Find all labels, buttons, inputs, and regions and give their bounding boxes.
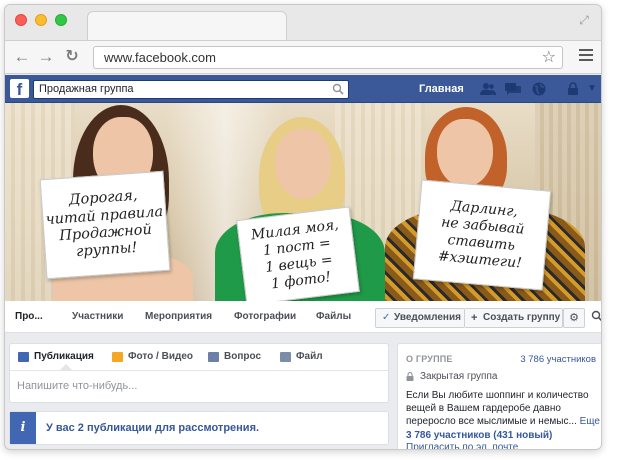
- composer-input[interactable]: Напишите что-нибудь...: [17, 380, 137, 392]
- home-link[interactable]: Главная: [419, 75, 464, 103]
- members-link[interactable]: 3 786 участников (431 новый): [406, 430, 552, 441]
- tab-question-label: Вопрос: [224, 351, 262, 362]
- create-group-button[interactable]: + Создать группу: [465, 308, 563, 328]
- browser-titlebar: ⤢: [5, 5, 601, 41]
- question-icon: [208, 352, 219, 362]
- sign-left: Дорогая, читай правила Продажной группы!: [39, 170, 171, 280]
- group-description-text: Если Вы любите шоппинг и количество веще…: [406, 390, 589, 427]
- plus-icon: +: [471, 312, 478, 324]
- separator-dot: ·: [532, 430, 536, 441]
- sign-right: Дарлинг, не забывай ставить #хэштеги!: [412, 179, 552, 291]
- forward-arrow-icon[interactable]: →: [35, 46, 57, 68]
- group-settings-button[interactable]: ⚙: [563, 308, 585, 328]
- tab-events[interactable]: Мероприятия: [145, 301, 212, 333]
- minimize-window-button[interactable]: [35, 14, 47, 26]
- check-icon: ✓: [382, 312, 391, 323]
- about-title: О ГРУППЕ: [406, 354, 453, 364]
- close-window-button[interactable]: [15, 14, 27, 26]
- reload-icon[interactable]: ↻: [61, 46, 83, 68]
- tab-file-label: Файл: [296, 351, 323, 362]
- sign-middle-text: Милая моя, 1 пост = 1 вещь = 1 фото!: [250, 217, 340, 293]
- about-group-card: О ГРУППЕ 3 786 участников Закрытая групп…: [397, 343, 601, 449]
- about-member-count[interactable]: 3 786 участников: [520, 354, 596, 365]
- create-group-label: Создать группу: [483, 312, 561, 323]
- hamburger-icon[interactable]: [579, 49, 593, 63]
- facebook-top-bar: f Продажная группа Главная ▼: [5, 75, 601, 103]
- account-menu-caret-icon[interactable]: ▼: [587, 83, 597, 94]
- tab-photos[interactable]: Фотографии: [234, 301, 296, 333]
- browser-toolbar: ← → ↻ www.facebook.com ☆: [5, 40, 601, 74]
- pending-posts-text[interactable]: У вас 2 публикации для рассмотрения.: [46, 412, 259, 444]
- group-search-icon[interactable]: [591, 310, 602, 322]
- search-icon[interactable]: [332, 83, 344, 95]
- group-privacy: Закрытая группа: [420, 371, 498, 382]
- fullscreen-icon[interactable]: ⤢: [577, 13, 591, 27]
- composer-divider: [10, 370, 388, 371]
- tab-publication-label: Публикация: [34, 351, 94, 362]
- sign-middle: Милая моя, 1 пост = 1 вещь = 1 фото!: [236, 206, 360, 301]
- notifications-globe-icon[interactable]: [531, 82, 547, 96]
- tab-publication[interactable]: Публикация: [16, 344, 94, 370]
- facebook-logo-icon[interactable]: f: [10, 79, 29, 99]
- friend-requests-icon[interactable]: [480, 82, 496, 96]
- info-icon: i: [10, 412, 36, 444]
- tab-photo-video[interactable]: Фото / Видео: [110, 344, 193, 370]
- search-value: Продажная группа: [39, 83, 134, 95]
- tab-photo-video-label: Фото / Видео: [128, 351, 193, 362]
- address-bar[interactable]: www.facebook.com ☆: [93, 46, 563, 69]
- url-text: www.facebook.com: [104, 50, 216, 65]
- post-composer: Публикация Фото / Видео Вопрос Файл Напи…: [9, 343, 389, 403]
- messages-icon[interactable]: [505, 82, 521, 96]
- invite-by-email-link[interactable]: Пригласить по эл. почте: [406, 442, 518, 449]
- sign-right-text: Дарлинг, не забывай ставить #хэштеги!: [437, 198, 525, 272]
- more-link[interactable]: Еще: [580, 416, 600, 427]
- zoom-window-button[interactable]: [55, 14, 67, 26]
- pencil-icon: [18, 352, 29, 362]
- facebook-search-input[interactable]: Продажная группа: [33, 80, 349, 99]
- lock-icon: [406, 372, 414, 381]
- group-cover-photo: Дорогая, читай правила Продажной группы!…: [5, 103, 601, 301]
- group-navigation: Про... Участники Мероприятия Фотографии …: [5, 301, 601, 333]
- tab-question[interactable]: Вопрос: [206, 344, 261, 370]
- tab-file[interactable]: Файл: [278, 344, 323, 370]
- file-icon: [280, 352, 291, 362]
- star-icon[interactable]: ☆: [542, 47, 556, 68]
- tab-members[interactable]: Участники: [72, 301, 123, 333]
- tab-about[interactable]: Про...: [15, 301, 43, 333]
- group-description: Если Вы любите шоппинг и количество веще…: [406, 389, 600, 428]
- tab-files[interactable]: Файлы: [316, 301, 351, 333]
- photo-icon: [112, 352, 123, 362]
- browser-window: ⤢ ← → ↻ www.facebook.com ☆ f Продажная г…: [4, 4, 602, 450]
- notifications-label: Уведомления: [394, 312, 461, 323]
- back-arrow-icon[interactable]: ←: [11, 46, 33, 68]
- notifications-button[interactable]: ✓ Уведомления: [375, 308, 465, 328]
- gear-icon: ⚙: [569, 312, 579, 324]
- browser-tab[interactable]: [87, 11, 287, 41]
- sign-left-text: Дорогая, читай правила Продажной группы!: [45, 187, 164, 261]
- privacy-shortcuts-icon[interactable]: [565, 82, 581, 96]
- pending-posts-notice[interactable]: i У вас 2 публикации для рассмотрения.: [9, 411, 389, 445]
